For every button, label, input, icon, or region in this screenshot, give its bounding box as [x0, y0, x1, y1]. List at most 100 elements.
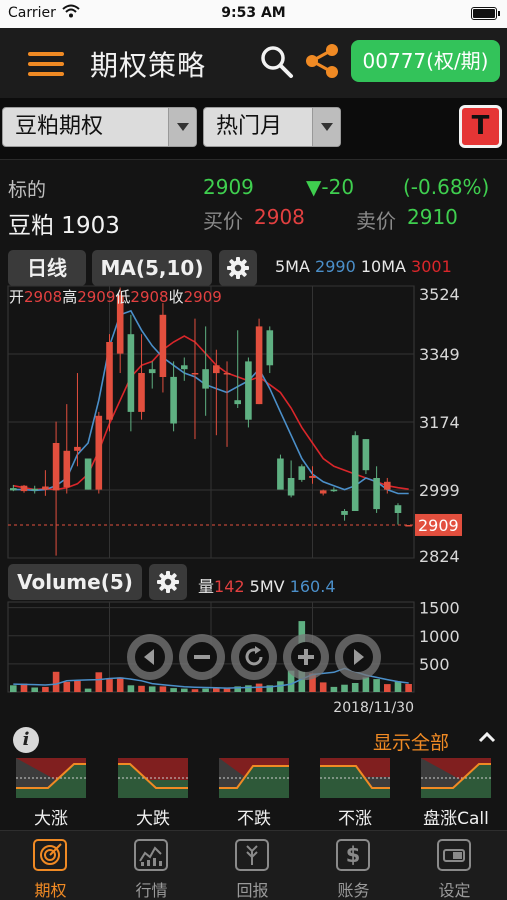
tab-settings[interactable]: 设定 [404, 831, 505, 900]
strategy-card-notfall[interactable] [219, 758, 289, 798]
ma5-value: 2990 [315, 257, 356, 276]
strategy-card-bear[interactable] [118, 758, 188, 798]
volume-bar [330, 686, 338, 692]
y-tick-label: 3524 [419, 285, 460, 304]
t-quote-button[interactable]: T [459, 105, 502, 148]
volume-bar [341, 684, 348, 692]
zoom-in-button[interactable] [283, 634, 329, 680]
candle-body [309, 476, 316, 478]
volume-bar [170, 688, 177, 692]
tab-report[interactable]: 回报 [202, 831, 303, 900]
strategy-label[interactable]: 不涨 [305, 804, 405, 829]
volume-settings-button[interactable] [149, 564, 187, 600]
search-icon[interactable] [260, 45, 294, 79]
pan-right-button[interactable] [335, 634, 381, 680]
candle-body [245, 361, 252, 420]
candle-body [127, 334, 135, 412]
payoff-diagram-icon [16, 758, 86, 798]
candle-body [42, 486, 49, 490]
strategy-label[interactable]: 不跌 [204, 804, 304, 829]
ma-button[interactable]: MA(5,10) [92, 250, 212, 286]
info-icon[interactable]: i [13, 727, 39, 753]
candle-body [84, 458, 92, 490]
volume-bar [319, 682, 327, 692]
chart-settings-button[interactable] [219, 250, 257, 286]
ohlc-legend: 开2908高2909低2908收2909 [9, 286, 222, 307]
month-dropdown[interactable]: 热门月 [203, 107, 341, 147]
share-icon[interactable] [304, 43, 340, 79]
volume-bar [74, 680, 81, 693]
contract-code-button[interactable]: 00777(权/期) [351, 40, 500, 82]
target-icon [33, 839, 67, 871]
zoom-out-button[interactable] [179, 634, 225, 680]
volume-bar [138, 685, 145, 692]
low-label: 低 [115, 288, 131, 306]
volume-bar [127, 685, 135, 693]
battery-icon [471, 7, 500, 20]
ask-label: 卖价 [356, 209, 396, 233]
tab-options[interactable]: 期权 [0, 831, 101, 900]
tab-label: 账务 [337, 881, 370, 900]
price-chart[interactable]: 3524 3349 3174 2999 2824 2909 [0, 284, 507, 604]
strategy-label[interactable]: 盘涨Call [406, 804, 506, 829]
volume-bar [31, 687, 38, 692]
volume-bar [63, 681, 71, 692]
menu-icon[interactable] [28, 50, 64, 78]
strategy-label[interactable]: 大涨 [1, 804, 101, 829]
volume-bar [95, 672, 103, 692]
volume-button[interactable]: Volume(5) [8, 564, 142, 600]
candle-body [255, 326, 263, 405]
tab-account[interactable]: $ 账务 [303, 831, 404, 900]
tab-label: 期权 [34, 881, 67, 900]
chevron-up-icon[interactable] [478, 731, 496, 743]
candle-body [202, 369, 209, 389]
volume-bar [10, 685, 17, 693]
candle-body [341, 511, 348, 515]
candle-body [394, 505, 402, 513]
product-dropdown[interactable]: 豆粕期权 [2, 107, 197, 147]
high-label: 高 [62, 288, 78, 306]
candle-body [298, 466, 306, 480]
candle-body [106, 342, 113, 420]
volume-bar [181, 688, 188, 692]
payoff-diagram-icon [118, 758, 188, 798]
volume-y-tick-label: 1000 [419, 627, 460, 646]
volume-bar [148, 686, 156, 692]
selector-row: 豆粕期权 热门月 T [0, 98, 507, 160]
y-tick-label: 3174 [419, 413, 460, 432]
candle-body [148, 369, 156, 374]
candle-body [138, 373, 145, 412]
payoff-diagram-icon [320, 758, 390, 798]
strategy-label[interactable]: 大跌 [103, 804, 203, 829]
pan-left-button[interactable] [127, 634, 173, 680]
last-price-label: 2909 [418, 516, 459, 535]
strategy-card-notrise[interactable] [320, 758, 390, 798]
strategy-card-bull[interactable] [421, 758, 491, 798]
play-left-icon [135, 642, 165, 672]
reset-button[interactable] [231, 634, 277, 680]
mv-label: 5MV [249, 577, 285, 596]
plus-icon [291, 642, 321, 672]
chevron-down-icon [168, 108, 196, 146]
candle-body [74, 446, 81, 451]
low-value: 2908 [130, 288, 169, 306]
volume-date-label: 2018/11/30 [333, 700, 414, 716]
volume-y-tick-label: 1500 [419, 600, 460, 618]
show-all-button[interactable]: 显示全部 [373, 728, 449, 755]
volume-y-tick-label: 500 [419, 655, 450, 674]
ask-price: 2910 [407, 205, 458, 229]
page-title: 期权策略 [90, 49, 207, 82]
underlying-name: 豆粕 1903 [8, 213, 120, 239]
candle-body [52, 443, 60, 491]
period-button[interactable]: 日线 [8, 250, 86, 286]
tab-market[interactable]: 行情 [101, 831, 202, 900]
volume-bar [159, 686, 167, 692]
volume-bar [106, 679, 113, 692]
underlying-price: 2909 [203, 175, 254, 199]
open-label: 开 [9, 288, 25, 306]
strategy-card-bull[interactable] [16, 758, 86, 798]
candle-body [159, 314, 167, 377]
volume-bar [384, 684, 391, 692]
y-tick-label: 2999 [419, 481, 460, 500]
market-chart-icon [134, 839, 168, 871]
